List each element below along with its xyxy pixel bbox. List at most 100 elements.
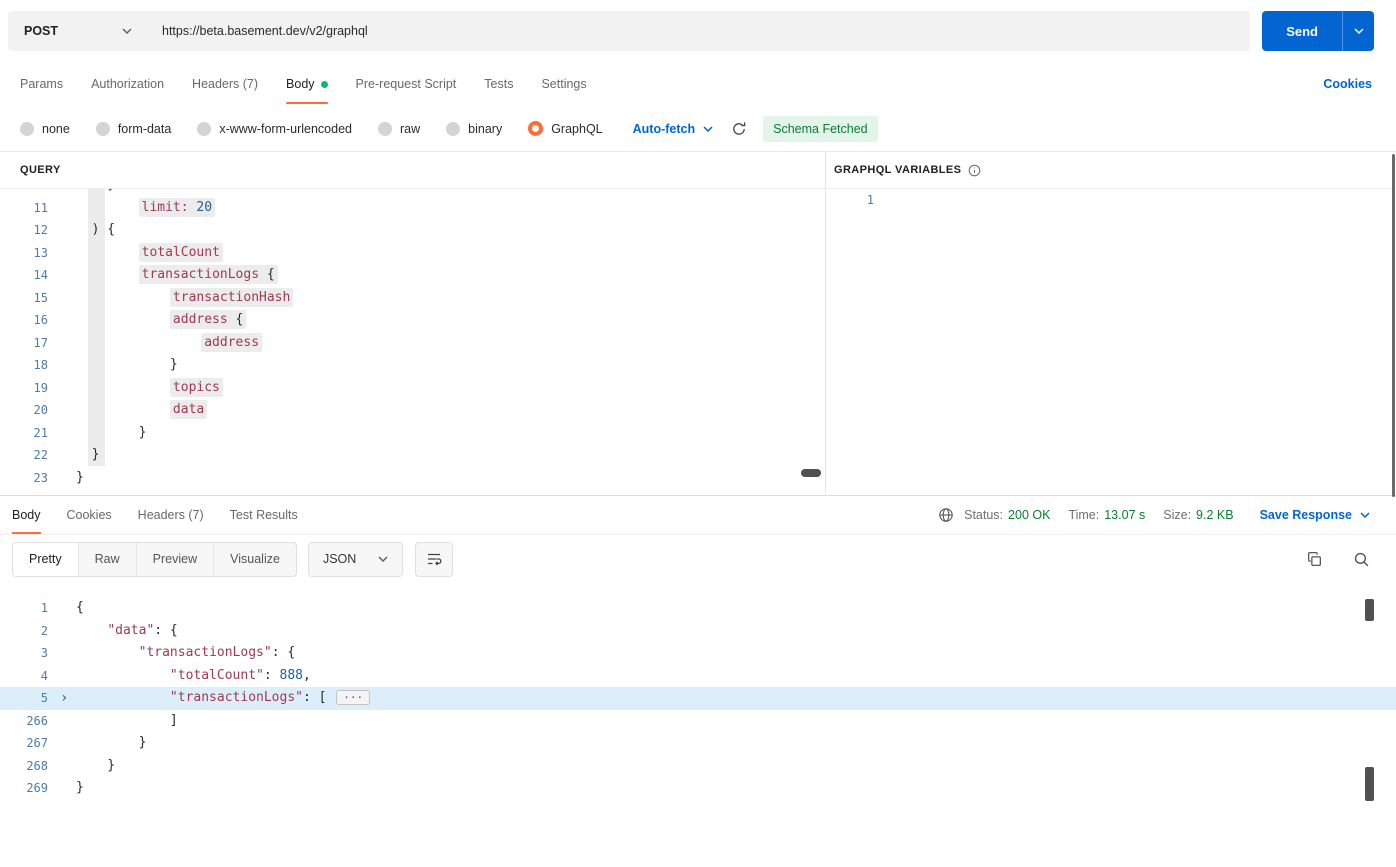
request-tab-tests[interactable]: Tests [484, 62, 513, 106]
fold-gutter [56, 287, 76, 310]
code-text: transactionHash [76, 287, 294, 310]
wrap-text-icon [428, 553, 442, 566]
body-type-graphql[interactable]: GraphQL [528, 121, 603, 136]
send-button-group: Send [1262, 11, 1374, 51]
body-type-bar: none form-data x-www-form-urlencoded raw bin… [0, 106, 1396, 152]
response-tab-cookies[interactable]: Cookies [67, 496, 112, 534]
collapsed-content-pill[interactable]: ··· [336, 690, 371, 705]
code-text: { [76, 600, 84, 615]
code-line-15: 15 transactionHash [0, 287, 825, 310]
request-url-bar: POST https://beta.basement.dev/v2/graphq… [0, 0, 1396, 62]
info-icon[interactable] [968, 164, 981, 177]
fold-gutter [56, 189, 76, 197]
line-number: 17 [33, 335, 48, 350]
code-line-267: 267 } [0, 732, 1396, 755]
line-number: 5 [40, 691, 48, 705]
line-number: 2 [40, 623, 48, 638]
code-line-268: 268 } [0, 755, 1396, 778]
request-tab-settings[interactable]: Settings [541, 62, 586, 106]
unsaved-body-dot [320, 80, 328, 88]
url-input[interactable]: https://beta.basement.dev/v2/graphql [148, 24, 368, 38]
wrap-text-button[interactable] [415, 541, 454, 577]
fold-gutter [56, 710, 76, 733]
query-pane: QUERY 10 }11 limit: 2012 ) {13 totalCoun… [0, 152, 826, 495]
refresh-schema-button[interactable] [731, 121, 747, 137]
request-tab-authorization[interactable]: Authorization [91, 62, 164, 106]
horizontal-scrollbar-thumb[interactable] [801, 469, 821, 477]
auto-fetch-dropdown[interactable]: Auto-fetch [633, 122, 714, 136]
code-line-20: 20 data [0, 399, 825, 422]
fold-gutter [56, 597, 76, 620]
body-type-none[interactable]: none [20, 121, 70, 136]
body-type-options: none form-data x-www-form-urlencoded raw bin… [20, 121, 603, 136]
body-type-x-www-form-urlencoded[interactable]: x-www-form-urlencoded [197, 121, 352, 136]
fold-gutter [56, 219, 76, 242]
radio-icon [378, 121, 392, 136]
code-text: } [76, 189, 115, 197]
network-icon[interactable] [938, 507, 954, 523]
scrollbar-marker[interactable] [1365, 767, 1374, 801]
response-tab-test-results[interactable]: Test Results [230, 496, 298, 534]
response-body-editor[interactable]: 1{2 "data": {3 "transactionLogs": {4 "to… [0, 583, 1396, 813]
auto-fetch-label: Auto-fetch [632, 121, 696, 136]
response-tab-body[interactable]: Body [12, 496, 41, 534]
response-tab-headers-7[interactable]: Headers (7) [138, 496, 204, 534]
fold-gutter [56, 332, 76, 355]
code-line-13: 13 totalCount [0, 242, 825, 265]
fold-gutter [56, 642, 76, 665]
query-pane-title: QUERY [20, 164, 61, 176]
code-text: } [76, 424, 147, 440]
request-tab-pre-request-script[interactable]: Pre-request Script [356, 62, 457, 106]
search-button[interactable] [1353, 551, 1370, 568]
method-select[interactable]: POST [8, 11, 148, 51]
code-line-22: 22 } [0, 444, 825, 467]
radio-icon [446, 121, 461, 136]
fold-gutter [56, 467, 76, 490]
send-button[interactable]: Send [1262, 11, 1342, 51]
request-tabs-list: Params Authorization Headers (7) Body Pre-re… [20, 62, 587, 106]
body-type-raw[interactable]: raw [378, 121, 420, 136]
code-line-19: 19 topics [0, 377, 825, 400]
response-code: 1{2 "data": {3 "transactionLogs": {4 "to… [0, 597, 1396, 800]
fold-gutter [56, 665, 76, 688]
line-number: 268 [26, 758, 48, 773]
body-type-form-data[interactable]: form-data [95, 121, 171, 136]
code-line-21: 21 } [0, 422, 825, 445]
variables-code: 1 [826, 189, 1396, 212]
vertical-scrollbar-thumb[interactable] [1365, 599, 1374, 621]
format-label: JSON [322, 552, 357, 566]
code-line-11: 11 limit: 20 [0, 197, 825, 220]
format-select[interactable]: JSON [307, 541, 404, 577]
code-text: address { [76, 309, 247, 332]
variables-pane-header: GRAPHQL VARIABLES [826, 152, 1396, 189]
cookies-link[interactable]: Cookies [1323, 77, 1372, 91]
request-tab-params[interactable]: Params [20, 62, 63, 106]
code-text: "totalCount": 888, [169, 667, 311, 683]
radio-icon [197, 121, 212, 136]
chevron-down-icon [1353, 28, 1364, 34]
code-text: "transactionLogs": [ ··· [76, 687, 371, 710]
save-response-button[interactable]: Save Response [1260, 508, 1370, 522]
code-text: ) { [76, 222, 116, 237]
code-line-18: 18 } [0, 354, 825, 377]
page-scrollbar-thumb[interactable] [1392, 154, 1395, 497]
request-tab-body[interactable]: Body [286, 62, 328, 106]
copy-button[interactable] [1306, 551, 1323, 568]
line-number: 3 [40, 646, 48, 660]
copy-icon [1308, 551, 1321, 566]
code-text: } [76, 357, 178, 372]
search-icon [1354, 552, 1369, 566]
line-number: 13 [33, 245, 48, 260]
radio-icon [528, 121, 544, 136]
view-tab-visualize[interactable]: Visualize [214, 543, 296, 576]
view-tab-pretty[interactable]: Pretty [13, 542, 79, 576]
body-type-binary[interactable]: binary [446, 121, 502, 136]
url-group: POST https://beta.basement.dev/v2/graphq… [8, 11, 1251, 51]
variables-editor[interactable]: 1 [826, 189, 1396, 495]
request-tab-headers-7[interactable]: Headers (7) [192, 62, 258, 106]
send-options-button[interactable] [1342, 11, 1374, 51]
query-editor[interactable]: 10 }11 limit: 2012 ) {13 totalCount14 tr… [0, 189, 825, 495]
view-tab-raw[interactable]: Raw [79, 542, 137, 576]
view-tab-preview[interactable]: Preview [137, 542, 215, 576]
fold-chevron-icon[interactable]: › [56, 687, 76, 710]
